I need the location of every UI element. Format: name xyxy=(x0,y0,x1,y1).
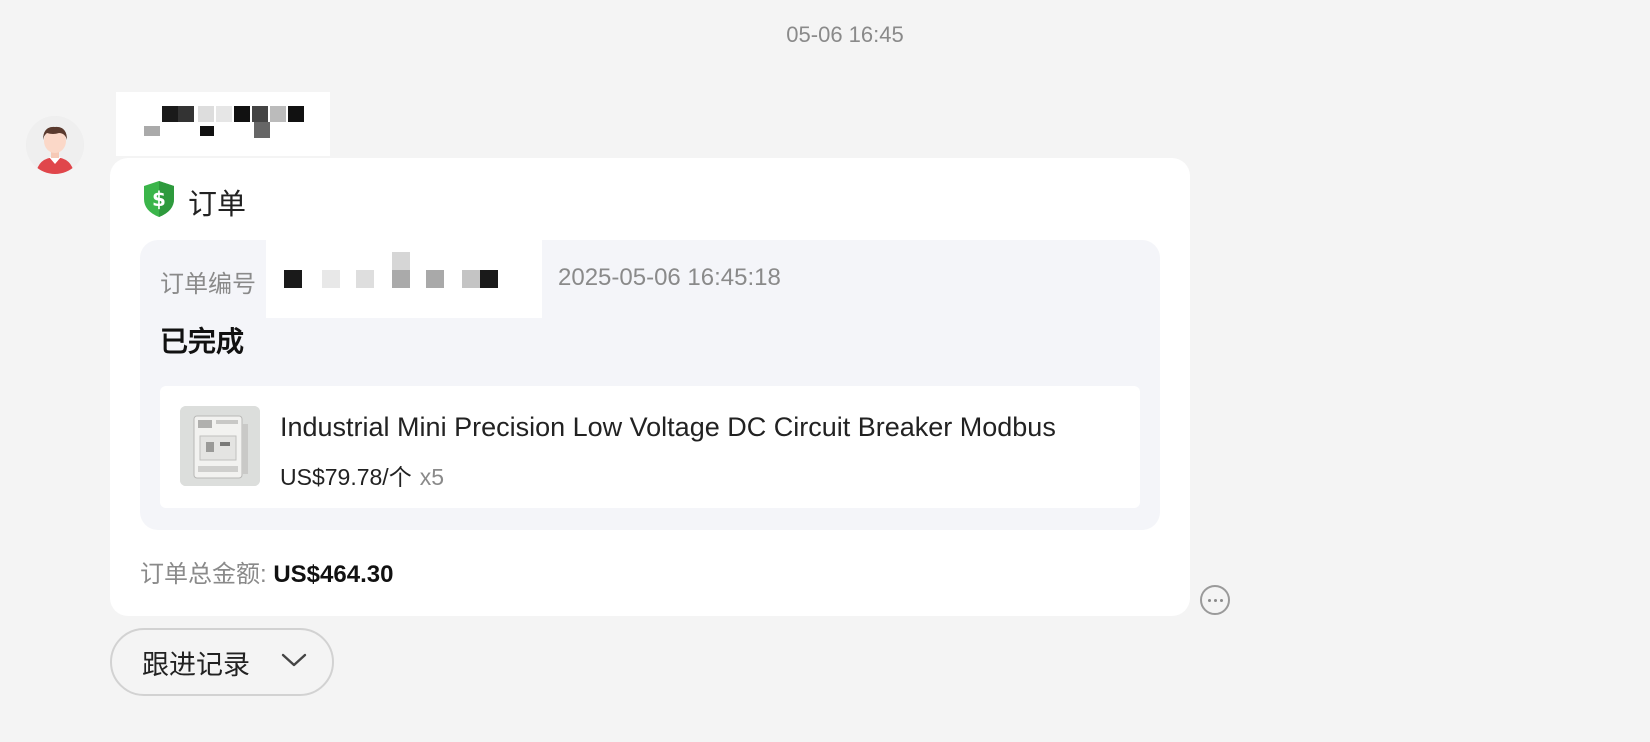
product-title[interactable]: Industrial Mini Precision Low Voltage DC… xyxy=(280,412,1056,443)
user-avatar-icon[interactable] xyxy=(26,116,84,174)
product-item[interactable]: Industrial Mini Precision Low Voltage DC… xyxy=(160,386,1140,508)
chevron-down-icon xyxy=(280,651,308,674)
more-dot xyxy=(1219,598,1223,602)
product-price: US$79.78/个 xyxy=(280,464,412,490)
more-options-icon[interactable] xyxy=(1200,585,1230,615)
order-time: 2025-05-06 16:45:18 xyxy=(558,264,781,291)
more-dot xyxy=(1213,598,1217,602)
dollar-shield-icon: $ xyxy=(142,180,176,223)
order-total-label: 订单总金额: xyxy=(140,561,267,588)
followup-records-label: 跟进记录 xyxy=(142,649,250,680)
order-details-panel: 订单编号 2025-05-06 16:45:18 已完成 Industrial … xyxy=(140,240,1160,530)
order-card[interactable]: $ 订单 订单编号 2025-05-06 16:45:18 已完成 Indust… xyxy=(110,158,1190,616)
order-total: 订单总金额: US$464.30 xyxy=(140,554,393,589)
order-card-title: 订单 xyxy=(188,188,247,221)
order-card-header: $ 订单 xyxy=(142,180,246,223)
message-timestamp: 05-06 16:45 xyxy=(786,22,904,47)
followup-records-button[interactable]: 跟进记录 xyxy=(110,628,334,696)
more-dot xyxy=(1207,598,1211,602)
product-quantity: x5 xyxy=(419,464,444,490)
svg-text:$: $ xyxy=(152,187,166,211)
order-number-redacted xyxy=(266,240,542,318)
order-total-value: US$464.30 xyxy=(273,561,394,588)
product-price-line: US$79.78/个 x5 xyxy=(280,458,444,492)
sender-name-redacted xyxy=(116,92,330,156)
product-thumbnail[interactable] xyxy=(180,406,260,486)
chat-page: 05-06 16:45 $ 订单 订单编号 2025-05-06 16:45:1… xyxy=(0,0,1650,742)
order-number-label: 订单编号 xyxy=(160,271,256,298)
order-status: 已完成 xyxy=(160,326,245,357)
